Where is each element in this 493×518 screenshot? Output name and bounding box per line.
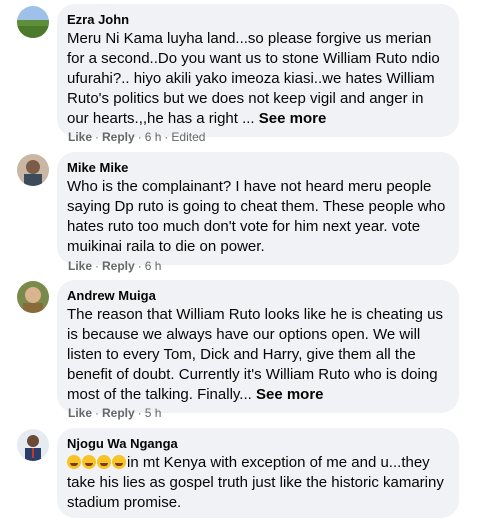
comment-author[interactable]: Andrew Muiga <box>67 288 447 304</box>
comment-text: in mt Kenya with exception of me and u..… <box>67 454 444 511</box>
comment-timestamp[interactable]: 5 h <box>145 406 162 420</box>
avatar[interactable] <box>17 154 49 186</box>
like-button[interactable]: Like <box>68 130 92 144</box>
comment-bubble: Njogu Wa Nganga in mt Kenya with excepti… <box>57 428 459 518</box>
like-button[interactable]: Like <box>68 406 92 420</box>
comment-author[interactable]: Mike Mike <box>67 160 447 176</box>
laughing-emoji-icon <box>97 455 111 469</box>
comment-actions: Like · Reply · 5 h <box>68 406 162 420</box>
laughing-emoji-icon <box>67 455 81 469</box>
avatar[interactable] <box>17 429 49 461</box>
reply-button[interactable]: Reply <box>102 130 135 144</box>
comment-bubble: Mike Mike Who is the complainant? I have… <box>57 152 459 265</box>
comment-actions: Like · Reply · 6 h <box>68 259 162 273</box>
comment-actions: Like · Reply · 6 h · Edited <box>68 130 206 144</box>
comment-bubble: Ezra John Meru Ni Kama luyha land...so p… <box>57 4 459 137</box>
laughing-emoji-icon <box>82 455 96 469</box>
like-button[interactable]: Like <box>68 259 92 273</box>
comment-author[interactable]: Njogu Wa Nganga <box>67 436 447 452</box>
edited-label[interactable]: Edited <box>171 130 205 144</box>
reply-button[interactable]: Reply <box>102 406 135 420</box>
comment-text: Who is the complainant? I have not heard… <box>67 178 446 255</box>
see-more-link[interactable]: See more <box>259 110 327 127</box>
avatar[interactable] <box>17 6 49 38</box>
laughing-emoji-icon <box>112 455 126 469</box>
reply-button[interactable]: Reply <box>102 259 135 273</box>
comment-timestamp[interactable]: 6 h <box>145 130 162 144</box>
comment-text: The reason that William Ruto looks like … <box>67 306 444 403</box>
comment-author[interactable]: Ezra John <box>67 12 447 28</box>
comment-timestamp[interactable]: 6 h <box>145 259 162 273</box>
avatar[interactable] <box>17 281 49 313</box>
see-more-link[interactable]: See more <box>256 386 324 403</box>
comment-bubble: Andrew Muiga The reason that William Rut… <box>57 280 459 413</box>
comment-text: Meru Ni Kama luyha land...so please forg… <box>67 30 440 127</box>
